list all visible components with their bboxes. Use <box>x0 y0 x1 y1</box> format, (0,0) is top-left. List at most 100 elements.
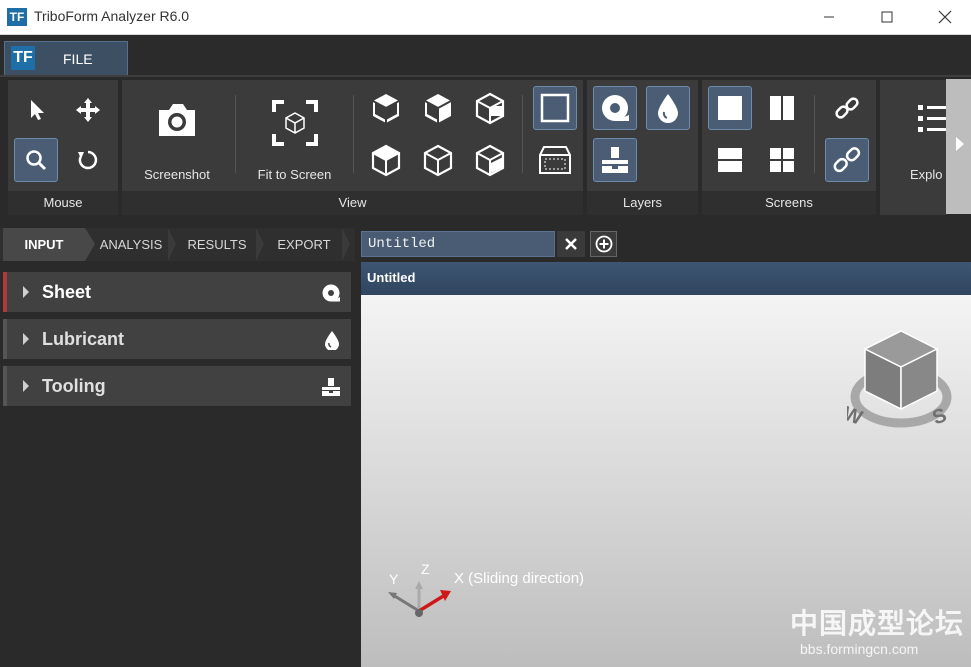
watermark-url: bbs.formingcn.com <box>800 641 919 657</box>
single-screen-icon <box>718 96 742 120</box>
tab-divider <box>342 228 350 261</box>
screenshot-button[interactable]: Screenshot <box>132 88 222 183</box>
explode-label: Explo <box>910 167 943 182</box>
close-document-button[interactable] <box>557 231 585 257</box>
lubricant-drop-icon <box>658 94 678 123</box>
document-tab[interactable]: Untitled <box>361 231 555 257</box>
camera-icon <box>159 104 195 136</box>
rotate-icon <box>78 150 98 170</box>
explode-button[interactable]: Explo <box>886 88 950 183</box>
file-menu-tab[interactable]: TF FILE <box>4 41 128 75</box>
list-icon <box>918 105 950 132</box>
layer-sheet-toggle[interactable] <box>593 86 637 130</box>
title-bar: TF TriboForm Analyzer R6.0 <box>0 0 971 35</box>
select-tool-button[interactable] <box>14 88 58 132</box>
viewport-title: Untitled <box>367 270 416 285</box>
view-cube[interactable]: W S <box>847 327 957 437</box>
y-axis-label: Y <box>389 571 399 587</box>
split-horizontal-icon <box>718 148 742 172</box>
ribbon-group-label: Screens <box>702 191 876 215</box>
view-iso-right-button[interactable] <box>416 86 460 130</box>
caret-right-icon <box>23 333 29 345</box>
close-icon <box>938 10 952 24</box>
ribbon-group-explode: Explo <box>879 79 950 216</box>
frame-square-icon <box>540 93 570 123</box>
tab-input[interactable]: INPUT <box>3 228 85 261</box>
fit-to-screen-label: Fit to Screen <box>257 167 332 182</box>
zoom-tool-button[interactable] <box>14 138 58 182</box>
view-section-button[interactable] <box>468 86 512 130</box>
separator <box>235 95 236 173</box>
caret-right-icon <box>23 380 29 392</box>
single-screen-button[interactable] <box>708 86 752 130</box>
tooling-icon <box>602 147 628 173</box>
tab-divider <box>85 228 95 261</box>
tab-divider <box>256 228 264 261</box>
separator <box>814 95 815 173</box>
rotate-tool-button[interactable] <box>66 138 110 182</box>
close-window-button[interactable] <box>922 0 968 34</box>
ribbon-group-label: Layers <box>587 191 698 215</box>
z-axis-label: Z <box>421 561 430 577</box>
viewport-header: Untitled <box>361 262 971 295</box>
cube-section-icon <box>475 92 505 125</box>
quad-screen-icon <box>770 148 794 172</box>
file-logo: TF <box>11 46 35 70</box>
separator <box>353 95 354 173</box>
ribbon-group-screens: Screens <box>701 79 877 216</box>
cube-iso-right-icon <box>424 94 452 123</box>
y-axis-line <box>392 593 420 613</box>
watermark-text: 中国成型论坛 <box>790 608 965 639</box>
link-views-button[interactable] <box>825 86 869 130</box>
lubricant-drop-icon <box>325 331 339 350</box>
magnifier-icon <box>26 150 47 171</box>
tab-divider <box>168 228 176 261</box>
sheet-coil-icon <box>602 95 629 121</box>
unlink-icon <box>833 147 861 173</box>
maximize-button[interactable] <box>864 0 910 34</box>
view-open-box-button[interactable] <box>468 138 512 182</box>
caret-right-icon <box>23 286 29 298</box>
section-tooling[interactable]: Tooling <box>3 366 351 406</box>
split-horizontal-button[interactable] <box>708 138 752 182</box>
section-lubricant[interactable]: Lubricant <box>3 319 351 359</box>
cube-iso-left-icon <box>423 144 453 177</box>
ribbon-scroll-right-button[interactable] <box>946 79 971 214</box>
file-menu-label: FILE <box>63 51 93 67</box>
x-axis-line <box>418 593 446 613</box>
separator <box>522 95 523 173</box>
layer-lubricant-toggle[interactable] <box>646 86 690 130</box>
quad-screen-button[interactable] <box>760 138 804 182</box>
unlink-views-button[interactable] <box>825 138 869 182</box>
pan-tool-button[interactable] <box>66 88 110 132</box>
chevron-right-icon <box>956 137 964 151</box>
tab-export[interactable]: EXPORT <box>266 228 342 261</box>
menu-bar <box>0 35 971 77</box>
section-label: Lubricant <box>42 329 125 349</box>
close-icon <box>565 238 577 250</box>
view-iso-bottom-button[interactable] <box>364 138 408 182</box>
fit-screen-icon <box>272 100 318 146</box>
section-label: Sheet <box>42 282 92 302</box>
fit-to-screen-button[interactable]: Fit to Screen <box>247 88 342 183</box>
tab-analysis[interactable]: ANALYSIS <box>95 228 167 261</box>
add-document-button[interactable] <box>590 231 617 257</box>
maximize-icon <box>881 11 893 23</box>
view-front-frame-button[interactable] <box>533 86 577 130</box>
layer-tooling-toggle[interactable] <box>593 138 637 182</box>
x-axis-label: X (Sliding direction) <box>454 570 585 587</box>
ribbon-group-view: Screenshot Fit to Screen View <box>121 79 584 216</box>
view-iso-top-button[interactable] <box>364 86 408 130</box>
view-perspective-button[interactable] <box>533 138 577 182</box>
tab-results[interactable]: RESULTS <box>178 228 256 261</box>
split-vertical-button[interactable] <box>760 86 804 130</box>
link-icon <box>835 97 859 119</box>
minimize-button[interactable] <box>806 0 852 34</box>
minimize-icon <box>824 16 834 18</box>
tooling-icon <box>322 378 340 396</box>
move-arrows-icon <box>76 98 100 122</box>
section-sheet[interactable]: Sheet <box>3 272 351 312</box>
ribbon-group-label: Mouse <box>8 191 118 215</box>
cube-iso-top-icon <box>372 94 400 123</box>
view-iso-left-button[interactable] <box>416 138 460 182</box>
